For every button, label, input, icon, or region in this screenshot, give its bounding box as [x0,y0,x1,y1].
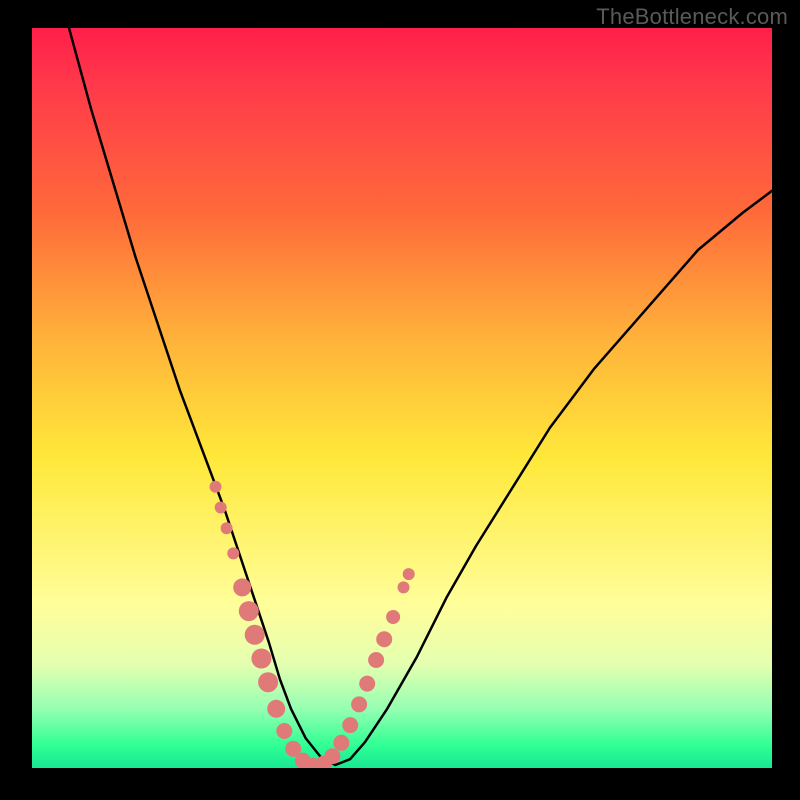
highlight-dot [215,502,227,514]
highlight-dot [227,547,239,559]
highlight-dot [239,601,259,621]
plot-area [32,28,772,768]
highlight-dot [221,522,233,534]
highlight-dot [398,581,410,593]
watermark-label: TheBottleneck.com [596,4,788,30]
highlight-dot [376,631,392,647]
highlight-dot [276,723,292,739]
highlight-dot [210,481,222,493]
highlight-dot [267,700,285,718]
highlight-dot [351,696,367,712]
highlight-dots-group [210,481,415,768]
chart-svg [32,28,772,768]
highlight-dot [403,568,415,580]
highlight-dot [342,717,358,733]
highlight-dot [333,735,349,751]
chart-frame: TheBottleneck.com [0,0,800,800]
highlight-dot [233,578,251,596]
highlight-dot [324,748,340,764]
highlight-dot [386,610,400,624]
highlight-dot [251,649,271,669]
bottleneck-curve [69,28,772,765]
highlight-dot [359,676,375,692]
highlight-dot [258,672,278,692]
highlight-dot [368,652,384,668]
highlight-dot [245,625,265,645]
